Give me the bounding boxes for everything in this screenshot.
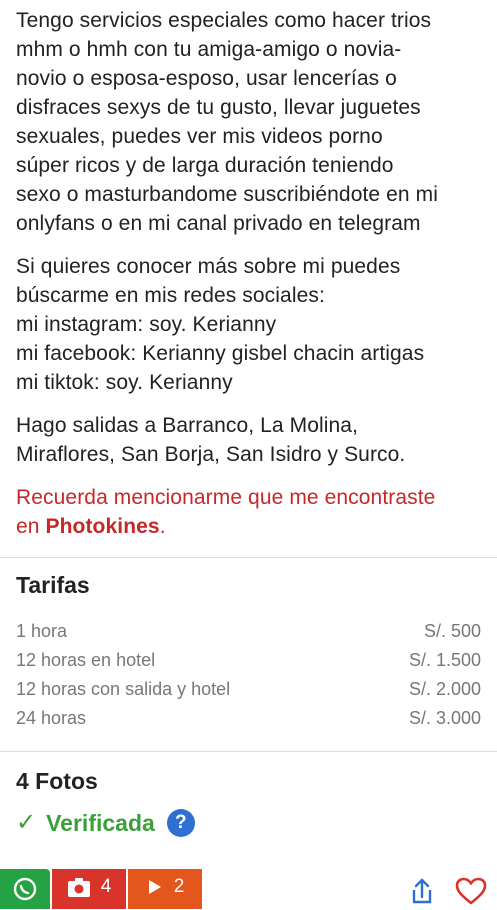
text-line: disfraces sexys de tu gusto, llevar jugu… (16, 96, 421, 119)
text-line: súper ricos y de larga duración teniendo (16, 154, 394, 177)
text-line: novio o esposa-esposo, usar lencerías o (16, 67, 397, 90)
rate-row: 12 horas con salida y hotel S/. 2.000 (16, 675, 481, 704)
text-line: Tengo servicios especiales como hacer tr… (16, 9, 432, 32)
rates-title: Tarifas (16, 572, 90, 598)
videos-button[interactable]: 2 (128, 869, 202, 909)
video-count: 2 (173, 876, 185, 897)
brand-name: Photokines (45, 515, 160, 538)
notice-prefix: en (16, 515, 46, 538)
rate-row: 12 horas en hotel S/. 1.500 (16, 646, 481, 675)
rate-label: 12 horas con salida y hotel (16, 679, 231, 699)
photos-section: 4 Fotos ✓ Verificada ? (0, 752, 497, 837)
rate-price: S/. 2.000 (408, 679, 481, 699)
rate-price: S/. 3.000 (408, 708, 481, 728)
mention-notice: Recuerda mencionarme que me encontraste … (16, 483, 481, 541)
social-paragraph: Si quieres conocer más sobre mi puedes b… (16, 252, 481, 397)
rate-row: 1 hora S/. 500 (16, 617, 481, 646)
rate-price: S/. 1.500 (408, 650, 481, 670)
verified-label: Verificada (46, 809, 155, 836)
text-line: mhm o hmh con tu amiga-amigo o novia- (16, 38, 402, 61)
rate-row: 24 horas S/. 3.000 (16, 704, 481, 733)
notice-line: Recuerda mencionarme que me encontraste (16, 486, 436, 509)
locations-paragraph: Hago salidas a Barranco, La Molina, Mira… (16, 411, 481, 469)
instagram-line: mi instagram: soy. Kerianny (16, 313, 277, 336)
bottom-action-bar: 4 2 (0, 869, 497, 909)
profile-description: Tengo servicios especiales como hacer tr… (0, 0, 497, 541)
rates-section: Tarifas 1 hora S/. 500 12 horas en hotel… (0, 558, 497, 741)
heart-icon[interactable] (455, 877, 487, 910)
text-line: búscarme en mis redes sociales: (16, 284, 325, 307)
tiktok-line: mi tiktok: soy. Kerianny (16, 371, 233, 394)
rate-label: 1 hora (16, 621, 68, 641)
verified-badge: ✓ Verificada ? (16, 809, 481, 837)
text-line: Hago salidas a Barranco, La Molina, (16, 414, 359, 437)
text-line: sexo o masturbandome suscribiéndote en m… (16, 183, 438, 206)
right-actions (409, 869, 497, 910)
rate-label: 24 horas (16, 708, 87, 728)
rate-label: 12 horas en hotel (16, 650, 156, 670)
photos-button[interactable]: 4 (52, 869, 126, 909)
photos-title: 4 Fotos (16, 768, 98, 794)
text-line: Si quieres conocer más sobre mi puedes (16, 255, 401, 278)
text-line: sexuales, puedes ver mis videos porno (16, 125, 383, 148)
share-icon[interactable] (409, 877, 435, 910)
help-icon[interactable]: ? (166, 809, 195, 837)
notice-suffix: . (159, 515, 166, 538)
check-icon: ✓ (16, 809, 37, 836)
whatsapp-icon (12, 876, 38, 908)
facebook-line: mi facebook: Kerianny gisbel chacin arti… (16, 342, 425, 365)
text-line: onlyfans o en mi canal privado en telegr… (16, 212, 421, 235)
photo-count: 4 (100, 876, 112, 897)
whatsapp-button[interactable] (0, 869, 50, 909)
text-line: Miraflores, San Borja, San Isidro y Surc… (16, 443, 406, 466)
play-icon (146, 876, 164, 902)
rate-price: S/. 500 (423, 621, 481, 641)
services-paragraph: Tengo servicios especiales como hacer tr… (16, 6, 481, 238)
